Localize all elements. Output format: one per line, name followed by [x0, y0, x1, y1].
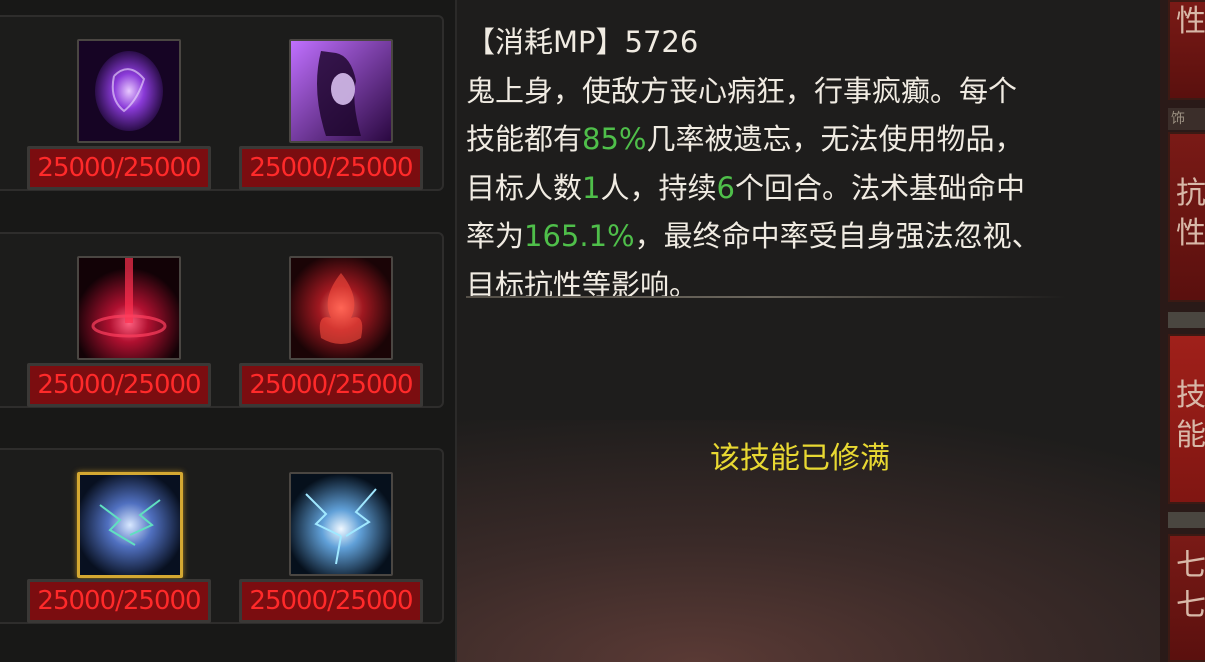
- description-text: 目标人数: [466, 170, 583, 205]
- description-text: 个回合。法术基础命中: [734, 170, 1025, 205]
- skill-slot[interactable]: 25000/25000: [239, 29, 429, 190]
- mp-cost-label: 【消耗MP】: [466, 25, 625, 59]
- tab-other[interactable]: 七七: [1168, 534, 1205, 662]
- skill-slot[interactable]: 25000/25000: [239, 246, 429, 407]
- mp-cost-value: 5726: [624, 25, 699, 59]
- skill-slot[interactable]: 25000/25000: [239, 462, 429, 623]
- target-count-value: 1: [582, 170, 601, 205]
- skill-row: 25000/25000 25000/25000: [0, 448, 444, 624]
- skill-slot[interactable]: 25000/25000: [27, 29, 217, 190]
- description-line: 目标人数1人，持续6个回合。法术基础命中: [466, 164, 1106, 213]
- description-text: ，最终命中率受自身强法忽视、: [634, 219, 1041, 253]
- skill-description: 【消耗MP】5726 鬼上身，使敌方丧心病狂，行事疯癫。每个 技能都有85%几率…: [466, 18, 1106, 309]
- tab-section-label: 饰: [1168, 108, 1205, 130]
- description-text: 率为: [466, 219, 525, 253]
- skill-hp-bar: 25000/25000: [27, 363, 211, 407]
- blue-lightning-orb-icon[interactable]: [77, 472, 183, 578]
- blue-lightning-burst-icon[interactable]: [289, 472, 393, 576]
- tab-attributes[interactable]: 性: [1168, 0, 1205, 100]
- skill-maxed-status: 该技能已修满: [710, 441, 890, 476]
- description-line: 目标抗性等影响。: [466, 261, 1106, 310]
- skill-list-panel: 25000/25000 25000/25000 25000/25000 2500…: [0, 0, 457, 662]
- forget-chance-value: 85%: [582, 122, 647, 156]
- skill-hp-bar: 25000/25000: [27, 146, 211, 190]
- skill-slot[interactable]: 25000/25000: [27, 462, 217, 623]
- description-line: 率为165.1%，最终命中率受自身强法忽视、: [466, 212, 1106, 261]
- skill-hp-bar: 25000/25000: [239, 146, 423, 190]
- tab-separator: [1168, 512, 1205, 528]
- skill-row: 25000/25000 25000/25000: [0, 15, 444, 191]
- description-text: 人，持续: [600, 170, 717, 205]
- divider: [466, 296, 1066, 298]
- tab-skills[interactable]: 技能: [1168, 334, 1205, 504]
- description-line: 技能都有85%几率被遗忘，无法使用物品，: [466, 115, 1106, 164]
- description-text: 鬼上身，使敌方丧心病狂，行事疯癫。每个: [466, 73, 1018, 108]
- description-text: 几率被遗忘，无法使用物品，: [646, 122, 1024, 156]
- skill-slot[interactable]: 25000/25000: [27, 246, 217, 407]
- description-text: 技能都有: [466, 122, 583, 156]
- tab-separator: [1168, 312, 1205, 328]
- purple-orb-icon[interactable]: [77, 39, 181, 143]
- skill-hp-bar: 25000/25000: [239, 363, 423, 407]
- description-line: 鬼上身，使敌方丧心病狂，行事疯癫。每个: [466, 67, 1106, 116]
- hit-rate-value: 165.1%: [524, 219, 635, 253]
- tab-resistance[interactable]: 抗性: [1168, 132, 1205, 302]
- mp-cost-line: 【消耗MP】5726: [466, 18, 1106, 67]
- purple-woman-icon[interactable]: [289, 39, 393, 143]
- skill-hp-bar: 25000/25000: [27, 579, 211, 623]
- red-flame-icon[interactable]: [289, 256, 393, 360]
- skill-row: 25000/25000 25000/25000: [0, 232, 444, 408]
- duration-value: 6: [716, 170, 735, 205]
- red-vortex-icon[interactable]: [77, 256, 181, 360]
- skill-hp-bar: 25000/25000: [239, 579, 423, 623]
